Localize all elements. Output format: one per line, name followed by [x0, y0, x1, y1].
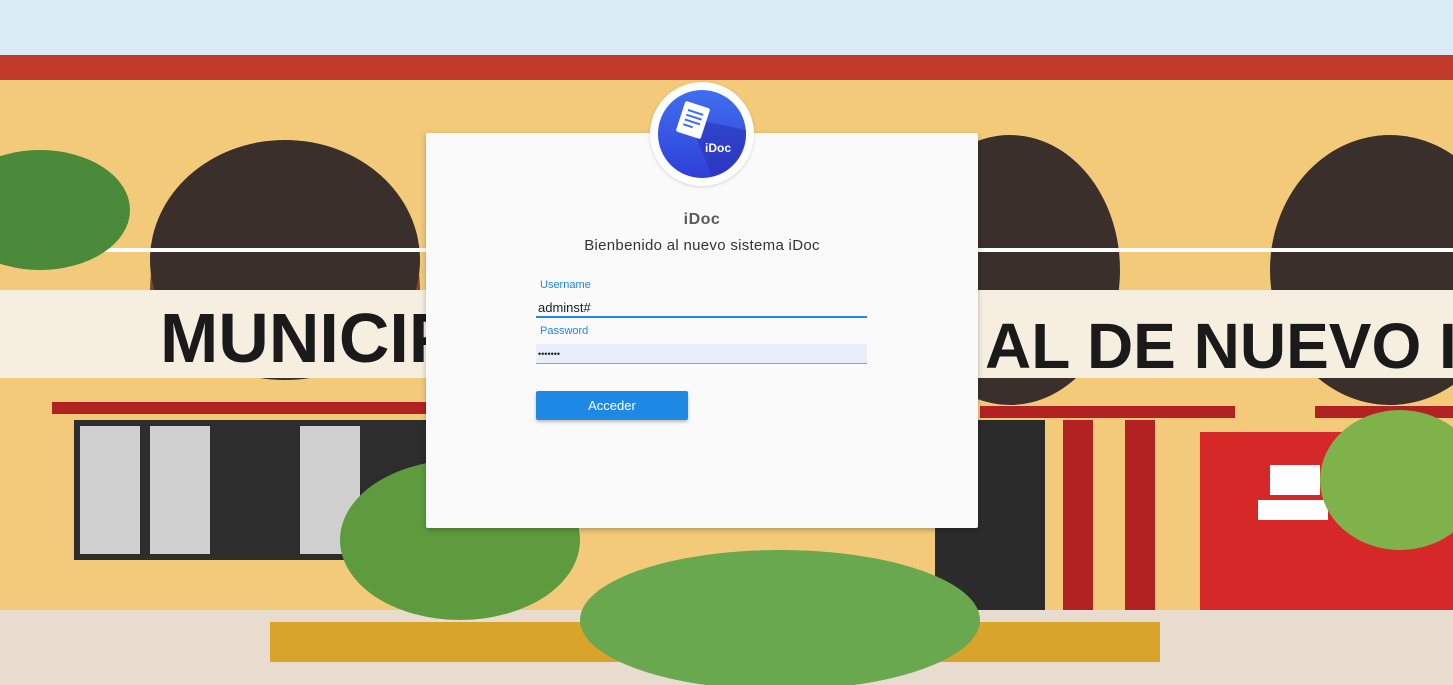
password-field[interactable]: [536, 344, 867, 364]
logo-badge: iDoc: [658, 90, 746, 178]
logo-text: iDoc: [705, 141, 732, 155]
building-sign-right: AL DE NUEVO I: [985, 310, 1453, 382]
welcome-message: Bienbenido al nuevo sistema iDoc: [584, 237, 820, 254]
username-field[interactable]: [536, 298, 867, 318]
building-sign-left: MUNICIP: [160, 299, 456, 377]
app-title: iDoc: [683, 211, 721, 228]
username-label: Username: [540, 279, 591, 291]
document-icon: [676, 101, 746, 178]
app-logo: iDoc: [650, 82, 754, 186]
login-button[interactable]: Acceder: [536, 391, 688, 420]
login-card: [426, 133, 978, 528]
password-label: Password: [540, 325, 589, 337]
